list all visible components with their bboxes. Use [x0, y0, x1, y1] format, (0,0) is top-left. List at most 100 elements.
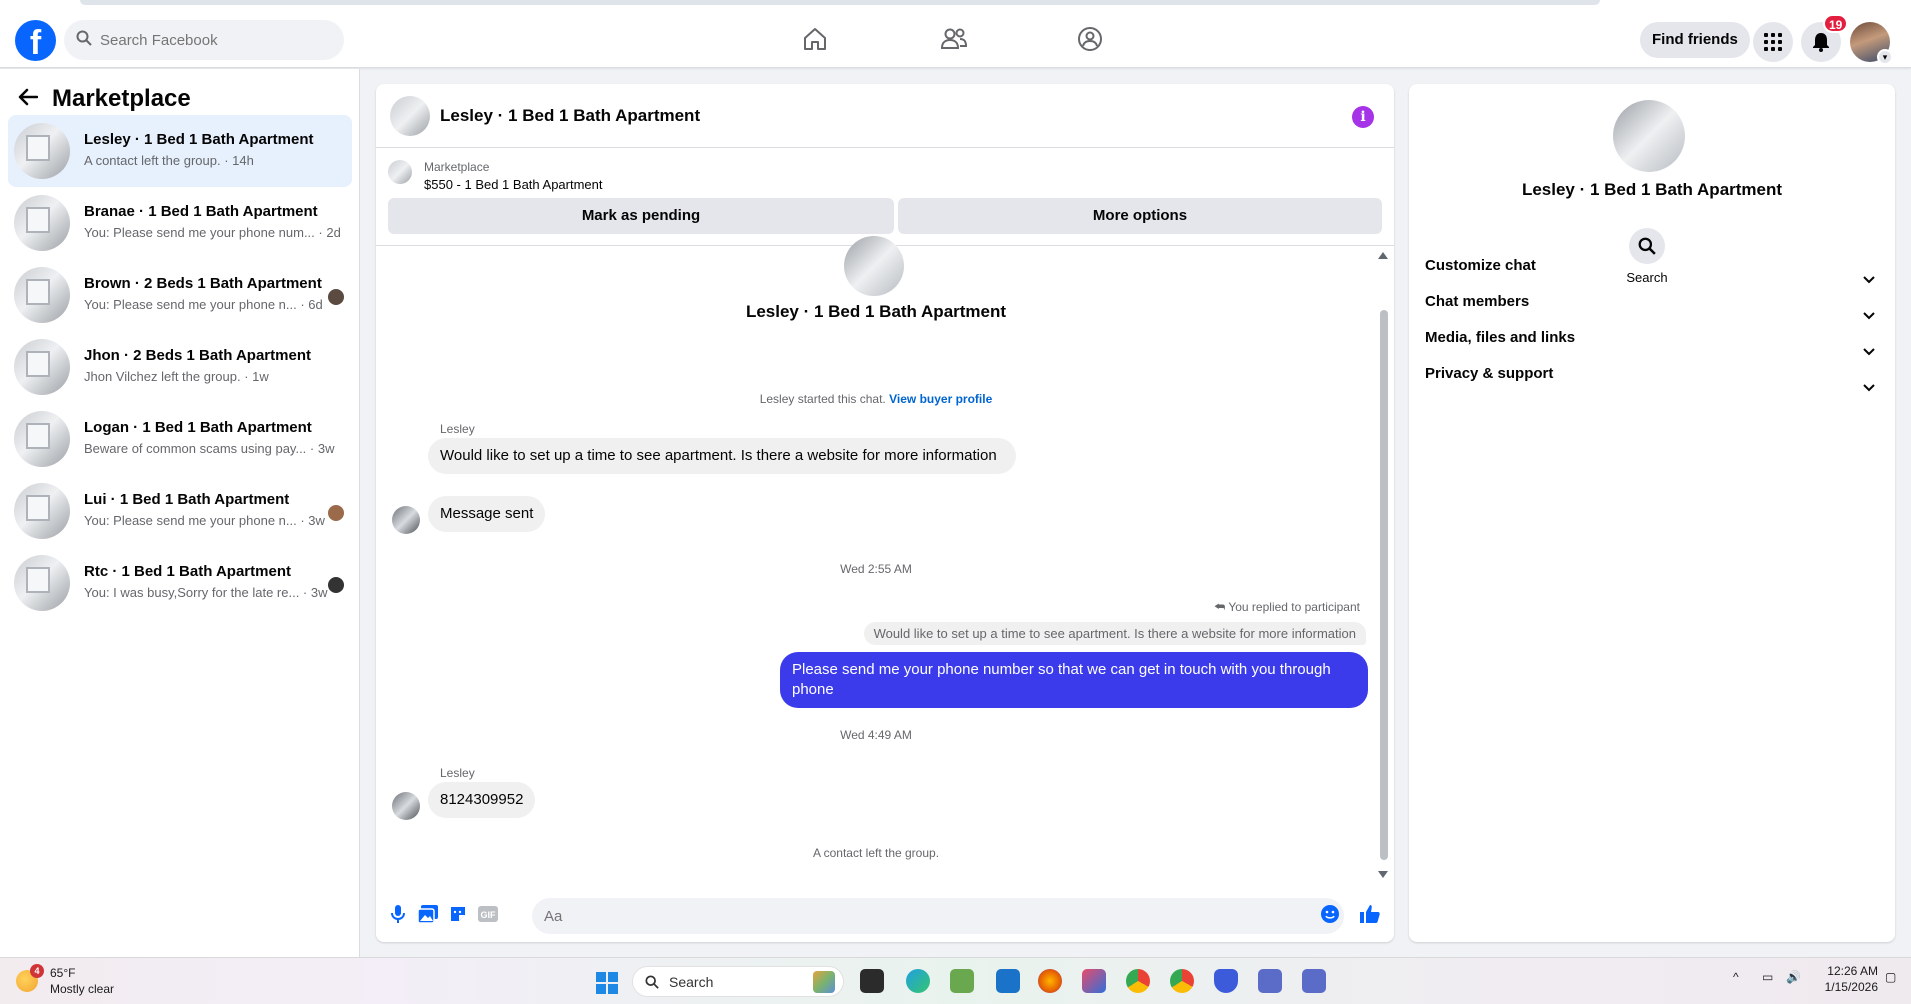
conversation-preview: Beware of common scams using pay... · 3w — [84, 441, 335, 456]
thread-title: Lesley · 1 Bed 1 Bath Apartment — [745, 302, 1007, 321]
message-bubble[interactable]: Message sent — [428, 496, 546, 532]
chat-details-name: Lesley · 1 Bed 1 Bath Apartment — [1521, 180, 1783, 199]
weather-condition: Mostly clear — [50, 982, 115, 996]
conversation-item[interactable]: Jhon · 2 Beds 1 Bath Apartment Jhon Vilc… — [8, 331, 352, 403]
groups-icon[interactable] — [1074, 23, 1106, 55]
sender-avatar[interactable] — [392, 506, 420, 534]
message-thread[interactable]: Lesley · 1 Bed 1 Bath Apartment Lesley s… — [376, 236, 1394, 886]
conversation-item[interactable]: Logan · 1 Bed 1 Bath Apartment Beware of… — [8, 403, 352, 475]
section-chat-members[interactable]: Chat members — [1425, 282, 1881, 322]
conversation-name: Rtc · 1 Bed 1 Bath Apartment — [84, 563, 291, 580]
emoji-icon[interactable] — [1320, 904, 1340, 924]
app-icon-2[interactable] — [1302, 969, 1326, 993]
windows-taskbar: 4 65°F Mostly clear Search ^ ▭ 🔊 12:26 A… — [0, 957, 1911, 1004]
chrome-icon[interactable] — [1126, 969, 1150, 993]
profile-avatar[interactable]: ▾ — [1850, 22, 1893, 65]
quoted-message[interactable]: Would like to set up a time to see apart… — [863, 622, 1366, 645]
friends-icon[interactable] — [938, 23, 970, 55]
conversation-name: Brown · 2 Beds 1 Bath Apartment — [84, 275, 322, 292]
search-input[interactable] — [100, 20, 330, 60]
windows-start-icon[interactable] — [596, 972, 618, 994]
seen-avatar — [328, 289, 344, 305]
microphone-icon[interactable] — [388, 904, 408, 924]
edge-browser-icon[interactable] — [906, 969, 930, 993]
chat-window: Lesley · 1 Bed 1 Bath Apartment i Market… — [376, 84, 1394, 942]
clock-time[interactable]: 12:26 AM — [1818, 964, 1878, 978]
search-bar[interactable] — [64, 20, 344, 60]
info-icon[interactable]: i — [1352, 106, 1374, 128]
section-label: Privacy & support — [1425, 365, 1554, 382]
section-label: Chat members — [1425, 293, 1530, 310]
chat-details-avatar[interactable] — [1613, 100, 1685, 172]
more-options-button[interactable]: More options — [898, 198, 1382, 234]
section-label: Customize chat — [1425, 257, 1536, 274]
sender-avatar[interactable] — [392, 792, 420, 820]
tray-chevron-up-icon[interactable]: ^ — [1733, 970, 1739, 984]
conversation-item[interactable]: Rtc · 1 Bed 1 Bath Apartment You: I was … — [8, 547, 352, 619]
conversation-item[interactable]: Brown · 2 Beds 1 Bath Apartment You: Ple… — [8, 259, 352, 331]
message-bubble[interactable]: 8124309952 — [428, 782, 536, 818]
left-group-note: A contact left the group. — [812, 846, 940, 860]
section-customize-chat[interactable]: Customize chat — [1425, 246, 1881, 286]
conversation-preview: You: Please send me your phone num... · … — [84, 225, 341, 240]
chrome-profile-icon[interactable] — [1170, 969, 1194, 993]
svg-text:GIF: GIF — [481, 910, 497, 920]
snipping-tool-icon[interactable] — [1082, 969, 1106, 993]
replied-label: You replied to participant — [1228, 600, 1360, 614]
thumbs-up-icon[interactable] — [1360, 904, 1380, 924]
view-buyer-profile-link[interactable]: View buyer profile — [889, 392, 992, 406]
photo-icon[interactable] — [418, 904, 438, 924]
taskbar-search[interactable]: Search — [632, 966, 844, 997]
gif-icon[interactable]: GIF — [478, 904, 498, 924]
conversation-name: Logan · 1 Bed 1 Bath Apartment — [84, 419, 312, 436]
page-title: Marketplace — [52, 85, 191, 112]
facebook-logo-icon[interactable]: f — [15, 20, 56, 61]
listing-thumbnail — [388, 160, 412, 184]
listing-price-title[interactable]: $550 - 1 Bed 1 Bath Apartment — [424, 177, 603, 192]
section-privacy-support[interactable]: Privacy & support — [1425, 354, 1881, 394]
listing-thumbnail — [14, 411, 70, 467]
sender-name: Lesley — [440, 422, 475, 436]
app-icon-1[interactable] — [1258, 969, 1282, 993]
listing-thumbnail — [14, 483, 70, 539]
menu-grid-icon[interactable] — [1753, 22, 1793, 62]
section-media-files-links[interactable]: Media, files and links — [1425, 318, 1881, 358]
vpn-shield-icon[interactable] — [1214, 969, 1238, 993]
notification-center-icon[interactable]: ▢ — [1885, 970, 1896, 984]
scroll-down-arrow-icon[interactable] — [1378, 871, 1388, 878]
chevron-down-icon — [1863, 368, 1875, 408]
conversation-item[interactable]: Branae · 1 Bed 1 Bath Apartment You: Ple… — [8, 187, 352, 259]
network-icon[interactable]: ▭ — [1762, 970, 1773, 984]
sender-name: Lesley — [440, 766, 475, 780]
sheets-app-icon[interactable] — [950, 969, 974, 993]
marketplace-caption: Marketplace — [424, 160, 490, 174]
chat-avatar[interactable] — [390, 96, 430, 136]
conversation-list: Lesley · 1 Bed 1 Bath Apartment A contac… — [8, 115, 352, 619]
scrollbar-thumb[interactable] — [1380, 310, 1388, 860]
back-arrow-icon[interactable] — [18, 88, 39, 111]
chevron-down-icon: ▾ — [1877, 49, 1893, 65]
conversation-name: Lui · 1 Bed 1 Bath Apartment — [84, 491, 290, 508]
home-icon[interactable] — [799, 23, 831, 55]
timestamp: Wed 2:55 AM — [840, 562, 912, 576]
listing-thumbnail — [14, 123, 70, 179]
weather-temp: 65°F — [50, 966, 76, 980]
message-input[interactable] — [532, 898, 1344, 934]
firefox-icon[interactable] — [1038, 969, 1062, 993]
marketplace-sidebar: Marketplace Lesley · 1 Bed 1 Bath Apartm… — [0, 69, 360, 957]
script-app-icon[interactable] — [996, 969, 1020, 993]
task-view-icon[interactable] — [860, 969, 884, 993]
clock-date[interactable]: 1/15/2026 — [1818, 980, 1878, 994]
find-friends-button[interactable]: Find friends — [1640, 22, 1750, 58]
sticker-icon[interactable] — [448, 904, 468, 924]
notification-badge: 19 — [1823, 14, 1849, 33]
mark-as-pending-button[interactable]: Mark as pending — [388, 198, 894, 234]
my-message-bubble[interactable]: Please send me your phone number so that… — [780, 652, 1368, 708]
conversation-item[interactable]: Lui · 1 Bed 1 Bath Apartment You: Please… — [8, 475, 352, 547]
volume-icon[interactable]: 🔊 — [1786, 970, 1801, 984]
timestamp: Wed 4:49 AM — [840, 728, 912, 742]
conversation-item[interactable]: Lesley · 1 Bed 1 Bath Apartment A contac… — [8, 115, 352, 187]
chat-title[interactable]: Lesley · 1 Bed 1 Bath Apartment — [440, 106, 700, 126]
message-bubble[interactable]: Would like to set up a time to see apart… — [428, 438, 1016, 474]
scroll-up-arrow-icon[interactable] — [1378, 252, 1388, 259]
